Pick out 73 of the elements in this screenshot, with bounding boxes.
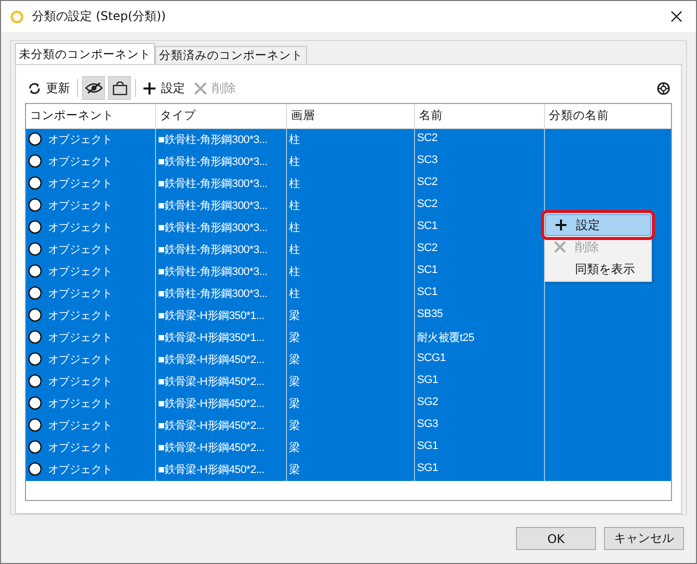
bag-icon [112,80,128,96]
plus-icon [143,82,156,94]
circle-icon [28,154,42,168]
table-row[interactable]: オブジェクト ■鉄骨柱-角形鋼300*3... 柱 SC2 [26,173,671,195]
refresh-button[interactable]: 更新 [25,78,73,98]
table-cell-text: オブジェクト [48,264,112,279]
circle-icon [28,286,42,300]
table-cell-text: オブジェクト [48,220,112,235]
table-cell-text: オブジェクト [48,132,112,147]
table-row[interactable]: オブジェクト ■鉄骨梁-H形鋼450*2... 梁 SG1 [26,459,671,481]
circle-icon [28,132,42,146]
table-row[interactable]: オブジェクト ■鉄骨柱-角形鋼300*3... 柱 SC3 [26,151,671,173]
table-row[interactable]: オブジェクト ■鉄骨柱-角形鋼300*3... 柱 SC2 [26,195,671,217]
table-row[interactable]: オブジェクト ■鉄骨柱-角形鋼300*3... 柱 SC2 [26,129,671,151]
circle-icon [28,264,42,278]
lifebuoy-icon[interactable] [657,82,670,94]
cancel-button[interactable]: キャンセル [604,527,684,550]
circle-icon [28,242,42,256]
ring-icon [10,10,24,24]
close-icon[interactable] [671,11,682,22]
table-cell: 梁 [287,459,415,481]
cross-icon [194,82,207,94]
table-cell: ■鉄骨梁-H形鋼450*2... [156,459,287,481]
table-row[interactable]: オブジェクト ■鉄骨梁-H形鋼350*1... 梁 SB35 [26,305,671,327]
menu-item[interactable]: 同類を表示 [545,258,651,280]
circle-icon [28,440,42,454]
circle-icon [28,198,42,212]
table-cell-text: オブジェクト [48,396,112,411]
circle-icon [28,462,42,476]
circle-icon [28,176,42,190]
circle-icon [28,220,42,234]
table-cell-text: オブジェクト [48,462,112,477]
table-cell-text: オブジェクト [48,352,112,367]
table-cell-text: オブジェクト [48,374,112,389]
plus-icon [555,219,567,231]
circle-icon [28,374,42,388]
table-cell-text: オブジェクト [48,176,112,191]
column-header[interactable]: 画層 [287,104,415,128]
table-row[interactable]: オブジェクト ■鉄骨梁-H形鋼450*2... 梁 SG1 [26,371,671,393]
table-cell-text: オブジェクト [48,242,112,257]
circle-icon [28,352,42,366]
column-header[interactable]: コンポーネント [26,104,156,128]
table-row[interactable]: オブジェクト ■鉄骨梁-H形鋼450*2... 梁 SG2 [26,393,671,415]
cross-icon [554,241,566,253]
table-cell-text: オブジェクト [48,198,112,213]
table-cell-text: オブジェクト [48,418,112,433]
table-cell-text: オブジェクト [48,308,112,323]
table-cell-text: オブジェクト [48,286,112,301]
table-cell: SG1 [415,459,545,481]
circle-icon [28,330,42,344]
circle-icon [28,308,42,322]
circle-icon [28,418,42,432]
tab[interactable]: 分類済みのコンポーネント [155,46,307,64]
column-header[interactable]: タイプ [156,104,287,128]
refresh-icon [28,82,41,94]
tab[interactable]: 未分類のコンポーネント [15,43,155,64]
box-toggle[interactable] [108,76,131,100]
table-cell-text: オブジェクト [48,154,112,169]
table-row[interactable]: オブジェクト ■鉄骨梁-H形鋼450*2... 梁 SCG1 [26,349,671,371]
eye-slash-icon [84,81,102,95]
circle-icon [28,396,42,410]
table-row[interactable]: オブジェクト ■鉄骨梁-H形鋼450*2... 梁 SG1 [26,437,671,459]
table-cell-text: オブジェクト [48,330,112,345]
ok-button[interactable]: OK [516,527,596,550]
add-button[interactable]: 設定 [140,78,188,98]
table-row[interactable]: オブジェクト ■鉄骨梁-H形鋼350*1... 梁 耐火被覆t25 [26,327,671,349]
table-row[interactable]: オブジェクト ■鉄骨梁-H形鋼450*2... 梁 SG3 [26,415,671,437]
hide-toggle[interactable] [82,76,105,100]
table-row[interactable]: オブジェクト ■鉄骨柱-角形鋼300*3... 柱 SC1 [26,283,671,305]
window-title: 分類の設定 (Step(分類)) [32,8,166,25]
table-cell-text: オブジェクト [48,440,112,455]
column-header[interactable]: 名前 [415,104,545,128]
column-header[interactable]: 分類の名前 [545,104,671,128]
